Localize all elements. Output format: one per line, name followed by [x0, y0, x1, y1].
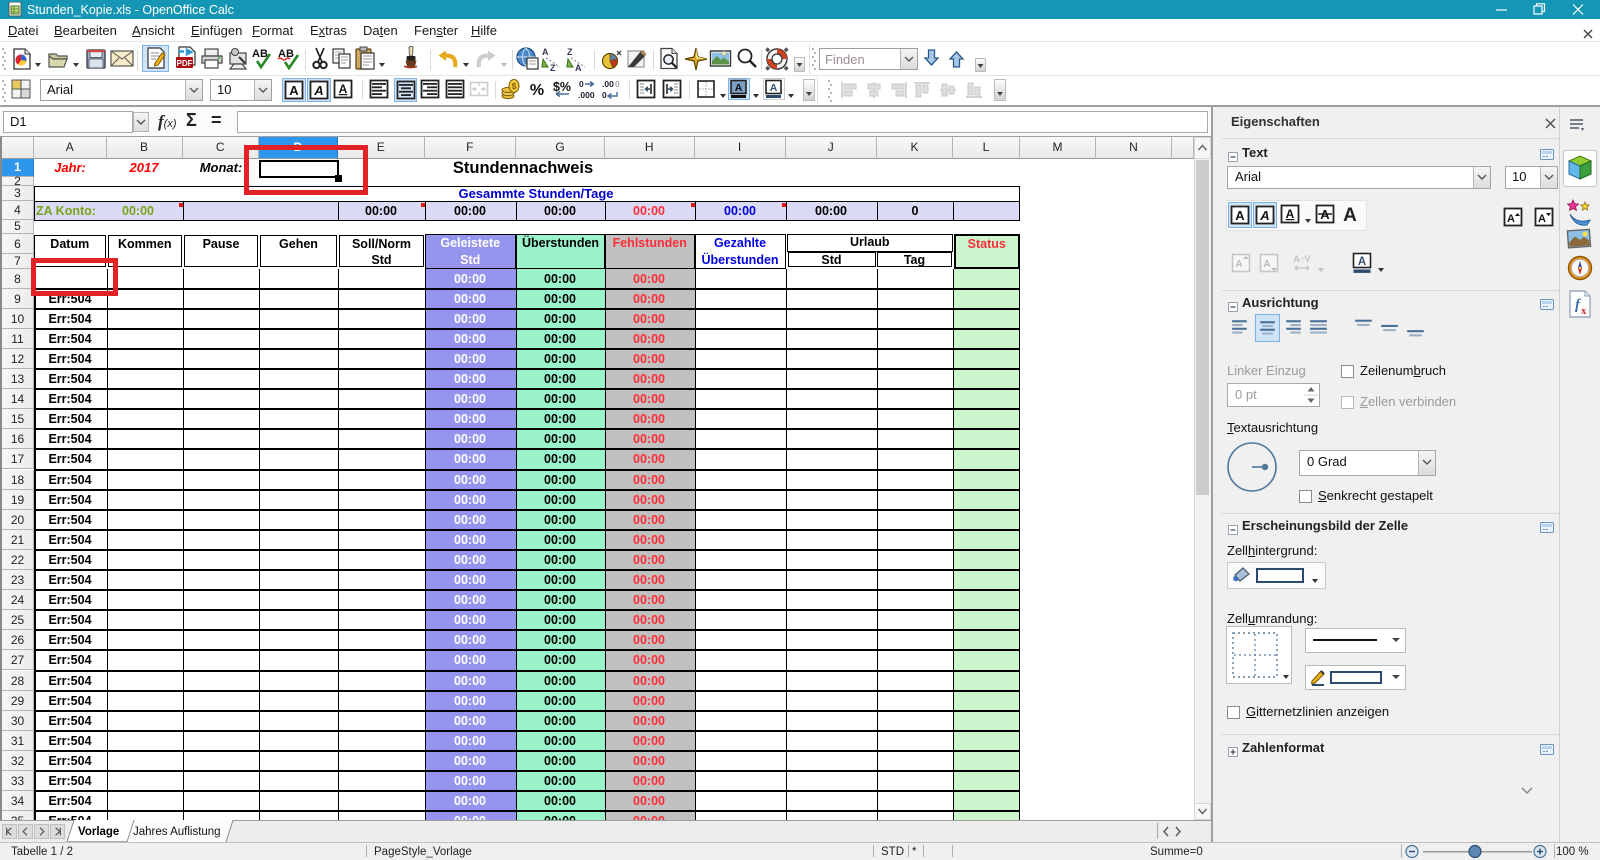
svg-text:Z: Z: [567, 47, 573, 57]
svg-text:A: A: [1259, 208, 1269, 223]
svg-text:A: A: [1235, 259, 1242, 270]
svg-text:A: A: [1538, 213, 1546, 225]
svg-text:$: $: [512, 82, 517, 91]
svg-text:A: A: [289, 83, 299, 98]
svg-text:A: A: [1286, 207, 1295, 221]
svg-text:A: A: [1507, 213, 1515, 225]
svg-text:.00: .00: [602, 79, 614, 89]
svg-text:.000: .000: [578, 90, 595, 100]
svg-text:A: A: [735, 82, 743, 94]
svg-text:A: A: [575, 63, 582, 72]
svg-text:x: x: [1581, 305, 1587, 317]
svg-text:A: A: [313, 83, 323, 98]
svg-text:A: A: [1235, 208, 1245, 223]
svg-text:A: A: [542, 47, 549, 57]
svg-text:0: 0: [602, 90, 607, 100]
svg-text:A: A: [1263, 259, 1270, 270]
svg-text:0: 0: [615, 79, 620, 89]
svg-text:PDF: PDF: [177, 59, 193, 68]
svg-text:%: %: [530, 82, 544, 99]
svg-text:A: A: [339, 82, 348, 96]
svg-text:A: A: [770, 82, 778, 94]
svg-text:Z: Z: [550, 63, 556, 72]
svg-text:A: A: [1343, 205, 1357, 226]
svg-text:A↑V: A↑V: [1293, 254, 1310, 264]
svg-text:A: A: [1358, 256, 1366, 268]
svg-text:0: 0: [579, 79, 584, 89]
svg-text:$%: $%: [553, 80, 571, 94]
